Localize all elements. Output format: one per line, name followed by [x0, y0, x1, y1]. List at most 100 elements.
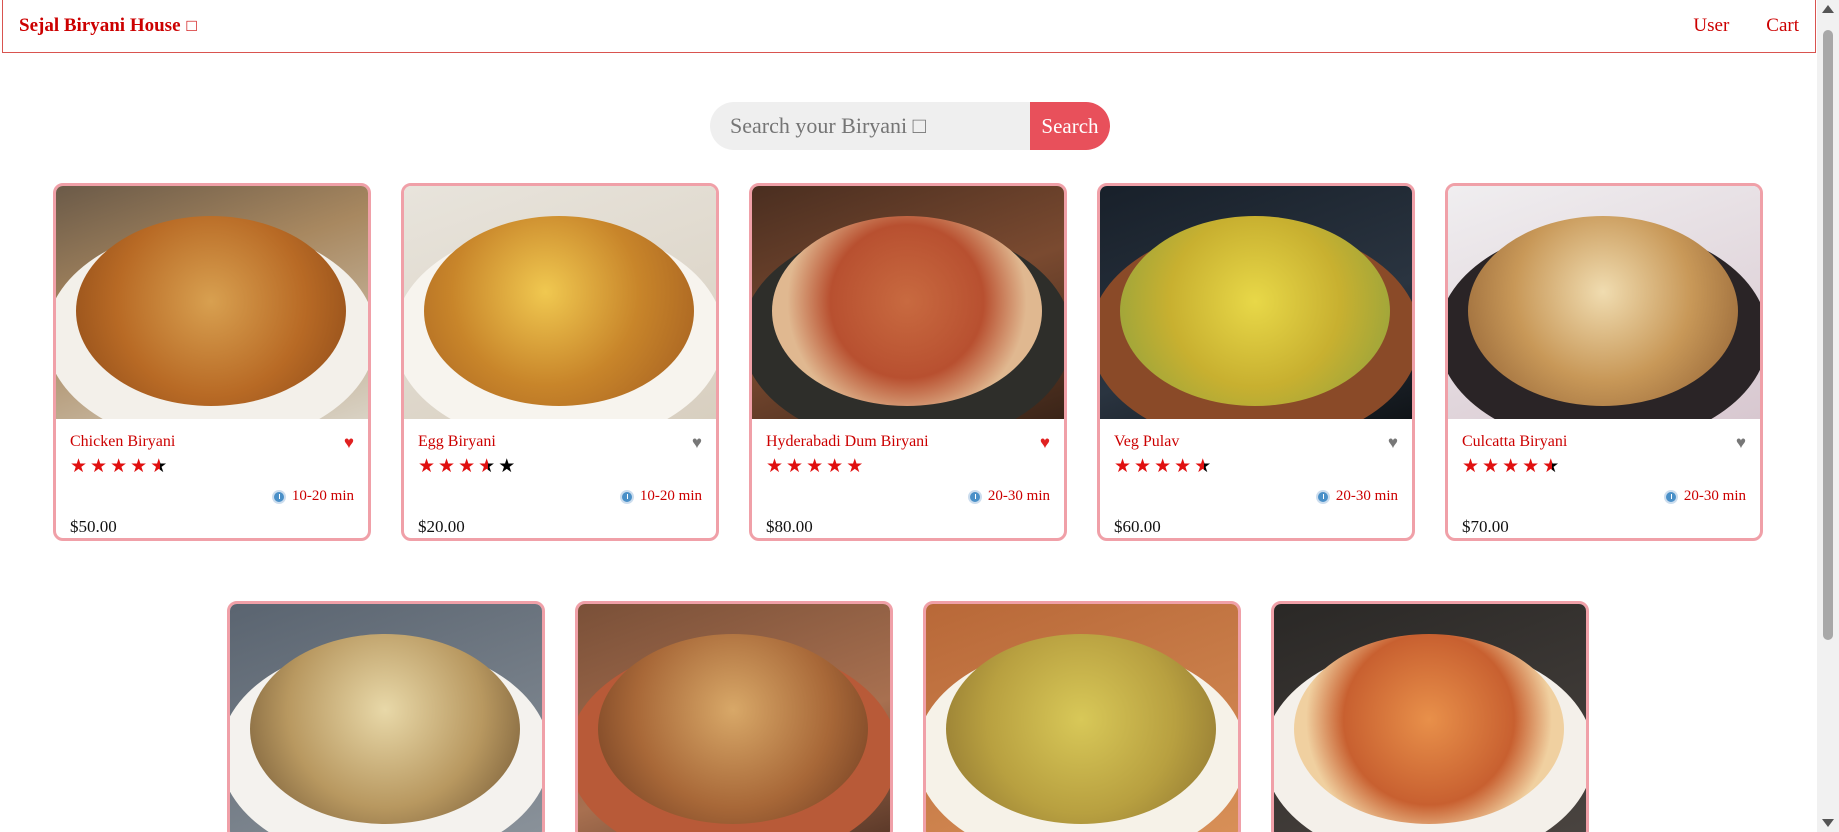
- clock-icon: [967, 489, 982, 504]
- star-icon: ★: [1462, 456, 1483, 477]
- star-rating: ★★★★★: [1462, 457, 1746, 476]
- brand-name: Sejal Biryani House: [19, 15, 181, 36]
- star-icon: ★: [498, 456, 519, 477]
- dish-name-row: Chicken Biryani ♥: [70, 433, 354, 451]
- dish-price: $20.00: [418, 517, 465, 536]
- dish-name: Hyderabadi Dum Biryani: [766, 433, 929, 450]
- dish-name-row: Egg Biryani ♥: [418, 433, 702, 451]
- dish-card[interactable]: [575, 601, 893, 832]
- star-rating: ★★★★★: [418, 457, 702, 476]
- star-icon: ★: [458, 456, 479, 477]
- dish-card[interactable]: Egg Biryani ♥ ★★★★★ 10-20 min $20.00: [401, 183, 719, 541]
- star-icon: ★: [418, 456, 439, 477]
- dish-image: [230, 604, 542, 832]
- delivery-time: 10-20 min: [70, 488, 354, 505]
- star-icon: ★: [110, 456, 131, 477]
- dish-card-body: Egg Biryani ♥ ★★★★★ 10-20 min $20.00: [404, 419, 716, 538]
- dish-image: [1448, 186, 1760, 419]
- heart-icon[interactable]: ♥: [344, 434, 354, 451]
- dish-card[interactable]: [1271, 601, 1589, 832]
- navbar: Sejal Biryani House □ User Cart: [2, 0, 1816, 53]
- dish-card[interactable]: Culcatta Biryani ♥ ★★★★★ 20-30 min $70.00: [1445, 183, 1763, 541]
- scrollbar[interactable]: [1817, 0, 1839, 832]
- dish-name-row: Hyderabadi Dum Biryani ♥: [766, 433, 1050, 451]
- heart-icon[interactable]: ♥: [1388, 434, 1398, 451]
- nav-link-cart[interactable]: Cart: [1766, 15, 1799, 37]
- clock-icon: [619, 489, 634, 504]
- star-icon: ★: [1502, 456, 1523, 477]
- dish-card-body: Chicken Biryani ♥ ★★★★★ 10-20 min $50.00: [56, 419, 368, 538]
- star-icon: ★: [846, 456, 867, 477]
- delivery-time: 20-30 min: [766, 488, 1050, 505]
- star-icon: ★: [1194, 456, 1215, 477]
- dish-card-body: Culcatta Biryani ♥ ★★★★★ 20-30 min $70.00: [1448, 419, 1760, 538]
- delivery-time-text: 10-20 min: [291, 488, 354, 504]
- dish-grid-row-1: Chicken Biryani ♥ ★★★★★ 10-20 min $50.00 Egg …: [0, 183, 1816, 541]
- dish-image: [1274, 604, 1586, 832]
- heart-icon[interactable]: ♥: [1736, 434, 1746, 451]
- star-rating: ★★★★★: [70, 457, 354, 476]
- search-input[interactable]: [710, 102, 1030, 150]
- nav-links: User Cart: [1693, 15, 1799, 37]
- dish-image: [1100, 186, 1412, 419]
- dish-price: $70.00: [1462, 517, 1509, 536]
- dish-name: Egg Biryani: [418, 433, 496, 450]
- delivery-time-text: 10-20 min: [639, 488, 702, 504]
- star-icon: ★: [478, 456, 499, 477]
- dish-card[interactable]: [923, 601, 1241, 832]
- star-icon: ★: [1542, 456, 1563, 477]
- star-icon: ★: [766, 456, 787, 477]
- dish-card[interactable]: Veg Pulav ♥ ★★★★★ 20-30 min $60.00: [1097, 183, 1415, 541]
- dish-card[interactable]: Hyderabadi Dum Biryani ♥ ★★★★★ 20-30 min $80…: [749, 183, 1067, 541]
- scroll-down-arrow-icon[interactable]: [1822, 819, 1834, 827]
- star-icon: ★: [1482, 456, 1503, 477]
- delivery-time: 10-20 min: [418, 488, 702, 505]
- dish-price: $80.00: [766, 517, 813, 536]
- star-rating: ★★★★★: [1114, 457, 1398, 476]
- delivery-time: 20-30 min: [1114, 488, 1398, 505]
- scroll-up-arrow-icon[interactable]: [1822, 5, 1834, 13]
- dish-image: [578, 604, 890, 832]
- dish-image: [56, 186, 368, 419]
- search-button[interactable]: Search: [1030, 102, 1110, 150]
- star-icon: ★: [1522, 456, 1543, 477]
- dish-image: [404, 186, 716, 419]
- star-icon: ★: [130, 456, 151, 477]
- clock-icon: [1663, 489, 1678, 504]
- delivery-time-text: 20-30 min: [987, 488, 1050, 504]
- dish-name-row: Culcatta Biryani ♥: [1462, 433, 1746, 451]
- dish-grid-row-2: [0, 601, 1816, 832]
- star-icon: ★: [90, 456, 111, 477]
- nav-link-user[interactable]: User: [1693, 15, 1729, 37]
- dish-name: Veg Pulav: [1114, 433, 1180, 450]
- dish-card-body: Hyderabadi Dum Biryani ♥ ★★★★★ 20-30 min $80…: [752, 419, 1064, 538]
- dish-image: [752, 186, 1064, 419]
- dish-card[interactable]: [227, 601, 545, 832]
- heart-icon[interactable]: ♥: [1040, 434, 1050, 451]
- clock-icon: [1315, 489, 1330, 504]
- star-icon: ★: [70, 456, 91, 477]
- delivery-time-text: 20-30 min: [1683, 488, 1746, 504]
- heart-icon[interactable]: ♥: [692, 434, 702, 451]
- delivery-time-text: 20-30 min: [1335, 488, 1398, 504]
- star-icon: ★: [150, 456, 171, 477]
- star-icon: ★: [1154, 456, 1175, 477]
- dish-card[interactable]: Chicken Biryani ♥ ★★★★★ 10-20 min $50.00: [53, 183, 371, 541]
- star-icon: ★: [786, 456, 807, 477]
- star-icon: ★: [826, 456, 847, 477]
- scroll-thumb[interactable]: [1823, 30, 1833, 640]
- dish-name: Chicken Biryani: [70, 433, 176, 450]
- star-icon: ★: [1174, 456, 1195, 477]
- star-icon: ★: [806, 456, 827, 477]
- brand-glyph-icon: □: [186, 16, 197, 35]
- search-bar: Search: [710, 102, 1110, 150]
- clock-icon: [271, 489, 286, 504]
- brand-logo[interactable]: Sejal Biryani House □: [19, 15, 197, 37]
- dish-name: Culcatta Biryani: [1462, 433, 1568, 450]
- star-rating: ★★★★★: [766, 457, 1050, 476]
- star-icon: ★: [1134, 456, 1155, 477]
- dish-image: [926, 604, 1238, 832]
- dish-price: $60.00: [1114, 517, 1161, 536]
- star-icon: ★: [438, 456, 459, 477]
- dish-card-body: Veg Pulav ♥ ★★★★★ 20-30 min $60.00: [1100, 419, 1412, 538]
